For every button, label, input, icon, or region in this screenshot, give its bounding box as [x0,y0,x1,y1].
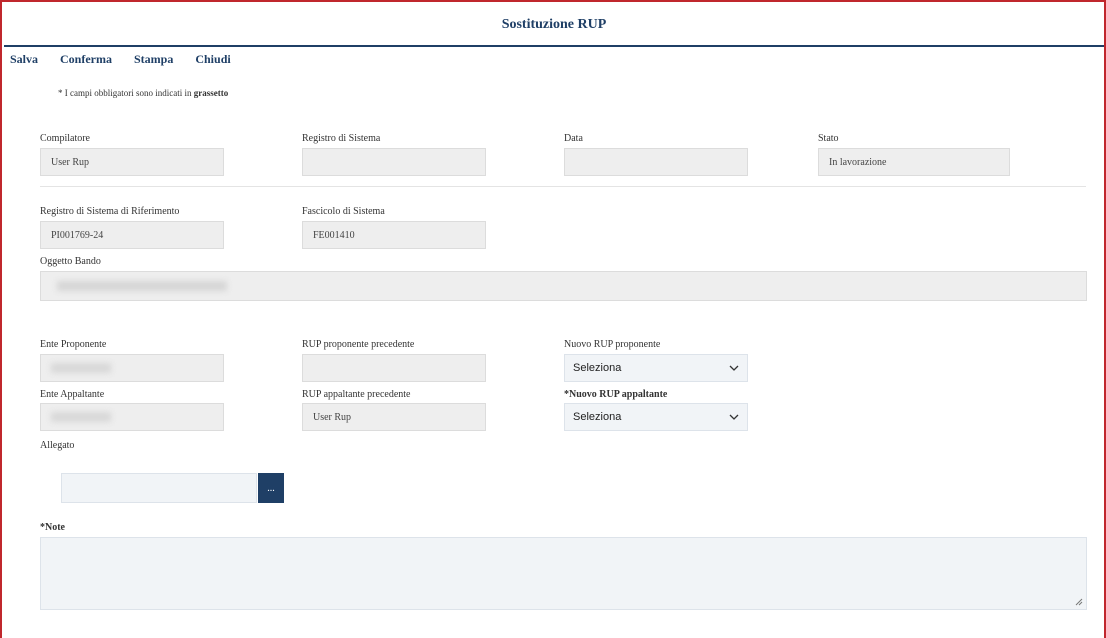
allegato-file-input[interactable] [61,473,257,503]
nuovo-rup-prop-value: Seleziona [573,362,622,374]
compilatore-field: User Rup [40,148,224,176]
ente-appaltante-label: Ente Appaltante [40,389,105,400]
ente-proponente-field [40,354,224,382]
note-label: *Note [40,522,65,533]
nuovo-rup-app-select[interactable]: Seleziona [564,403,748,431]
required-note-emph: grassetto [193,88,229,98]
redacted-placeholder [51,363,111,373]
browse-button[interactable]: ... [258,473,284,503]
note-textarea[interactable] [40,537,1087,610]
save-button[interactable]: Salva [10,52,38,67]
ente-proponente-label: Ente Proponente [40,339,107,350]
registro-field [302,148,486,176]
redacted-placeholder [51,412,111,422]
toolbar: Salva Conferma Stampa Chiudi [10,52,253,67]
nuovo-rup-prop-label: Nuovo RUP proponente [564,339,661,350]
chevron-down-icon [729,365,739,371]
fascicolo-field: FE001410 [302,221,486,249]
print-button[interactable]: Stampa [134,52,173,67]
stato-field: In lavorazione [818,148,1010,176]
compilatore-label: Compilatore [40,133,90,144]
close-button[interactable]: Chiudi [195,52,230,67]
rup-app-prec-field: User Rup [302,403,486,431]
title-bar: Sostituzione RUP [4,4,1104,47]
rup-app-prec-label: RUP appaltante precedente [302,389,411,400]
chevron-down-icon [729,414,739,420]
nuovo-rup-prop-select[interactable]: Seleziona [564,354,748,382]
registro-label: Registro di Sistema [302,133,381,144]
section-divider [40,186,1086,187]
oggetto-label: Oggetto Bando [40,256,101,267]
rup-prop-prec-field [302,354,486,382]
required-note-text: * I campi obbligatori sono indicati in [58,88,192,98]
required-fields-note: * I campi obbligatori sono indicati in g… [58,88,228,98]
ente-appaltante-field [40,403,224,431]
resize-handle-icon[interactable] [1075,598,1083,606]
allegato-label: Allegato [40,440,75,451]
oggetto-field [40,271,1087,301]
confirm-button[interactable]: Conferma [60,52,112,67]
registro-rif-label: Registro di Sistema di Riferimento [40,206,180,217]
data-label: Data [564,133,583,144]
nuovo-rup-app-value: Seleziona [573,411,622,423]
stato-label: Stato [818,133,839,144]
redacted-placeholder [57,281,227,291]
fascicolo-label: Fascicolo di Sistema [302,206,385,217]
registro-rif-field: PI001769-24 [40,221,224,249]
page-title: Sostituzione RUP [501,16,607,32]
rup-prop-prec-label: RUP proponente precedente [302,339,415,350]
data-field [564,148,748,176]
nuovo-rup-app-label: *Nuovo RUP appaltante [564,389,668,400]
